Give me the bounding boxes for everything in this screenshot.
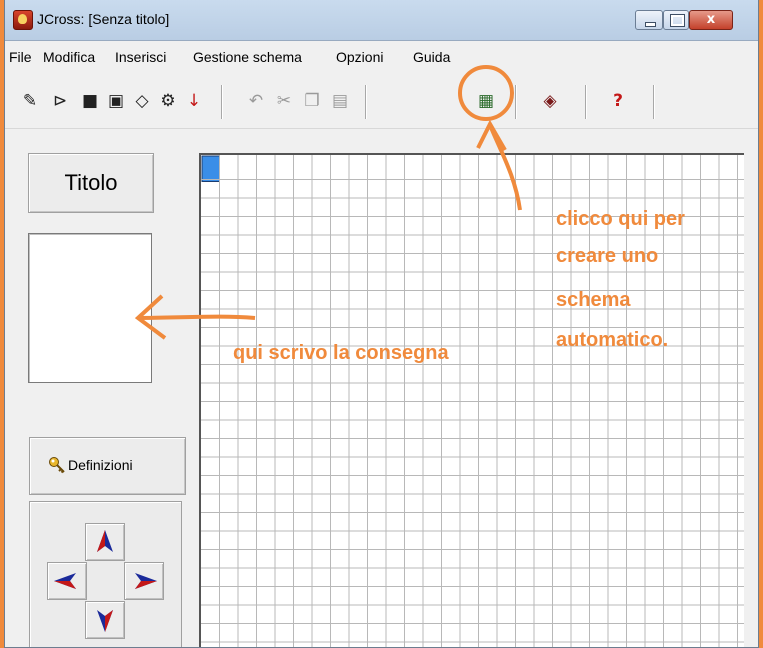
title-button[interactable]: Titolo	[28, 153, 154, 213]
annotation-right-line-1: clicco qui per	[556, 208, 685, 230]
app-icon	[13, 10, 33, 30]
erase-icon[interactable]: ◇	[131, 90, 153, 112]
save-icon[interactable]: ■	[79, 90, 101, 112]
preview-icon[interactable]: ◈	[539, 90, 561, 112]
menu-file[interactable]: File	[9, 49, 32, 65]
annotation-right-line-2: creare uno	[556, 245, 659, 267]
app-window: JCross: [Senza titolo] x File Modifica I…	[4, 0, 759, 648]
maximize-button[interactable]	[663, 10, 689, 30]
annotation-left: qui scrivo la consegna	[233, 342, 449, 364]
cut-icon[interactable]: ✂	[273, 90, 295, 112]
annotation-right-line-3: schema	[556, 289, 631, 311]
copy-icon[interactable]: ❐	[301, 90, 323, 112]
menu-guida[interactable]: Guida	[413, 49, 450, 65]
new-file-icon[interactable]: ✎	[19, 90, 41, 112]
arrow-up-icon	[97, 530, 113, 552]
move-right-button[interactable]	[124, 562, 164, 600]
direction-pad	[29, 501, 182, 647]
toolbar: ✎ ⊳ ■ ▣ ◇ ⚙ ↓ ↶ ✂ ❐ ▤ ▦ ◈ ?	[5, 72, 758, 129]
instructions-textarea[interactable]	[28, 233, 152, 383]
toolbar-separator	[585, 85, 587, 119]
toolbar-separator	[221, 85, 223, 119]
menu-opzioni[interactable]: Opzioni	[336, 49, 383, 65]
help-icon[interactable]: ?	[607, 90, 629, 112]
auto-grid-icon[interactable]: ▦	[475, 90, 497, 112]
selected-cell[interactable]	[201, 155, 220, 182]
paste-icon[interactable]: ▤	[329, 90, 351, 112]
move-up-button[interactable]	[85, 523, 125, 561]
menu-bar: File Modifica Inserisci Gestione schema …	[5, 44, 758, 70]
menu-modifica[interactable]: Modifica	[43, 49, 95, 65]
toolbar-separator	[515, 85, 517, 119]
open-folder-icon[interactable]: ⊳	[49, 90, 71, 112]
move-down-button[interactable]	[85, 601, 125, 639]
toolbar-separator	[653, 85, 655, 119]
key-icon	[49, 457, 65, 474]
save-as-icon[interactable]: ▣	[105, 90, 127, 112]
minimize-button[interactable]	[635, 10, 663, 30]
arrow-down-icon	[97, 610, 113, 632]
definitions-label: Definizioni	[68, 457, 133, 473]
menu-gestione-schema[interactable]: Gestione schema	[193, 49, 302, 65]
title-bar: JCross: [Senza titolo] x	[5, 0, 758, 41]
definitions-button[interactable]: Definizioni	[29, 437, 186, 495]
move-left-button[interactable]	[47, 562, 87, 600]
close-icon: x	[706, 12, 716, 27]
close-button[interactable]: x	[689, 10, 733, 30]
toolbar-separator	[365, 85, 367, 119]
arrow-left-icon	[54, 573, 76, 589]
window-title: JCross: [Senza titolo]	[37, 11, 170, 27]
down-arrow-icon[interactable]: ↓	[183, 90, 205, 112]
menu-inserisci[interactable]: Inserisci	[115, 49, 166, 65]
annotation-right-line-4: automatico.	[556, 329, 669, 351]
arrow-right-icon	[135, 573, 157, 589]
web-export-icon[interactable]: ⚙	[157, 90, 179, 112]
undo-icon[interactable]: ↶	[245, 90, 267, 112]
